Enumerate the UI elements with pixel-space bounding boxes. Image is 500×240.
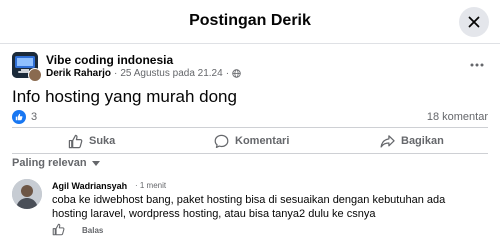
post-stats: 3 18 komentar: [12, 110, 488, 126]
thumbs-up-icon: [52, 223, 65, 236]
caret-down-icon: [91, 160, 100, 166]
comment-author[interactable]: Agil Wadriansyah: [52, 181, 127, 191]
comment-button[interactable]: Komentari: [214, 131, 289, 151]
post-timestamp[interactable]: 25 Agustus pada 21.24: [120, 68, 222, 79]
commenter-avatar[interactable]: [12, 179, 42, 209]
post-author[interactable]: Derik Raharjo: [46, 68, 111, 79]
share-icon: [380, 134, 395, 148]
comment-label: Komentari: [235, 135, 290, 147]
post-more-button[interactable]: [466, 56, 488, 74]
meta-separator-2: ·: [225, 68, 230, 79]
thumbs-up-icon: [68, 134, 83, 148]
post-header: Vibe coding indonesia Derik Raharjo · 25…: [12, 52, 488, 82]
close-button[interactable]: [459, 7, 489, 37]
thumbs-up-icon: [15, 113, 23, 121]
modal-title: Postingan Derik: [189, 12, 311, 29]
comment-icon: [214, 134, 229, 148]
reply-button[interactable]: Balas: [82, 226, 103, 235]
person-photo: [12, 179, 42, 209]
comment-time[interactable]: · 1 menit: [135, 181, 166, 190]
more-icon: [470, 63, 484, 67]
author-avatar[interactable]: [28, 68, 42, 82]
comment-count[interactable]: 18 komentar: [427, 111, 488, 123]
like-button[interactable]: Suka: [68, 131, 115, 151]
action-bar: Suka Komentari Bagikan: [12, 127, 488, 154]
group-avatar[interactable]: [12, 52, 42, 82]
close-icon: [468, 16, 480, 28]
post-meta: Derik Raharjo · 25 Agustus pada 21.24 ·: [46, 68, 241, 79]
group-name[interactable]: Vibe coding indonesia: [46, 53, 173, 67]
share-button[interactable]: Bagikan: [380, 131, 444, 151]
like-label: Suka: [89, 135, 116, 147]
post-text: Info hosting yang murah dong: [12, 87, 237, 106]
meta-separator: ·: [114, 68, 118, 79]
modal-header: Postingan Derik: [0, 0, 500, 44]
share-label: Bagikan: [401, 135, 444, 147]
comment-text: coba ke idwebhost bang, paket hosting bi…: [52, 194, 446, 220]
reaction-badge[interactable]: [12, 110, 26, 124]
reaction-count[interactable]: 3: [31, 111, 37, 123]
comment-like-button[interactable]: [52, 223, 65, 240]
comment-sort-dropdown[interactable]: Paling relevan: [12, 157, 100, 169]
sort-label: Paling relevan: [12, 157, 87, 169]
globe-icon: [232, 69, 241, 78]
